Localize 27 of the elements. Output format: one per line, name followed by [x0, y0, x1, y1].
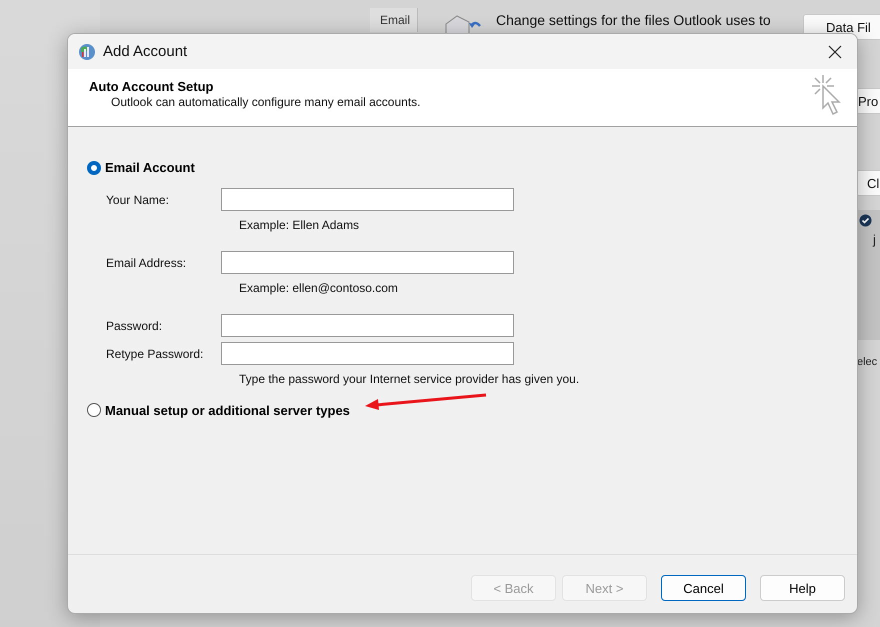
dialog-button[interactable]: Help — [760, 575, 845, 601]
header-title: Auto Account Setup — [89, 79, 214, 94]
close-icon — [828, 44, 842, 58]
window-title: Add Account — [103, 43, 188, 60]
field-hint: Example: ellen@contoso.com — [239, 280, 398, 296]
input-field[interactable] — [221, 251, 514, 274]
field-label: Email Address: — [106, 256, 188, 270]
field-label: Password: — [106, 318, 164, 332]
background-button[interactable]: Pro — [856, 88, 880, 114]
header-subtitle: Outlook can automatically configure many email accounts. — [110, 95, 420, 109]
field-label: Retype Password: — [106, 346, 204, 360]
dialog-button[interactable]: Cancel — [661, 575, 746, 601]
footer-text: elec — [857, 356, 878, 368]
description-text: Change settings for the files Outlook uses to — [496, 12, 771, 28]
input-field[interactable] — [221, 314, 514, 337]
radio-option[interactable]: Manual setup or additional server types — [87, 402, 350, 418]
input-field[interactable] — [221, 342, 514, 365]
input-field[interactable] — [221, 188, 514, 211]
tab[interactable]: Email — [370, 8, 418, 32]
radio-option[interactable]: Email Account — [87, 160, 195, 175]
check-icon — [859, 214, 872, 227]
globe-icon — [78, 42, 96, 60]
field-label: Your Name: — [106, 192, 170, 206]
background-button[interactable]: Cl — [856, 170, 880, 196]
list-item-text: j — [873, 232, 876, 247]
field-hint: Type the password your Internet service provider has given you. — [239, 370, 580, 388]
field-hint: Example: Ellen Adams — [239, 216, 360, 234]
